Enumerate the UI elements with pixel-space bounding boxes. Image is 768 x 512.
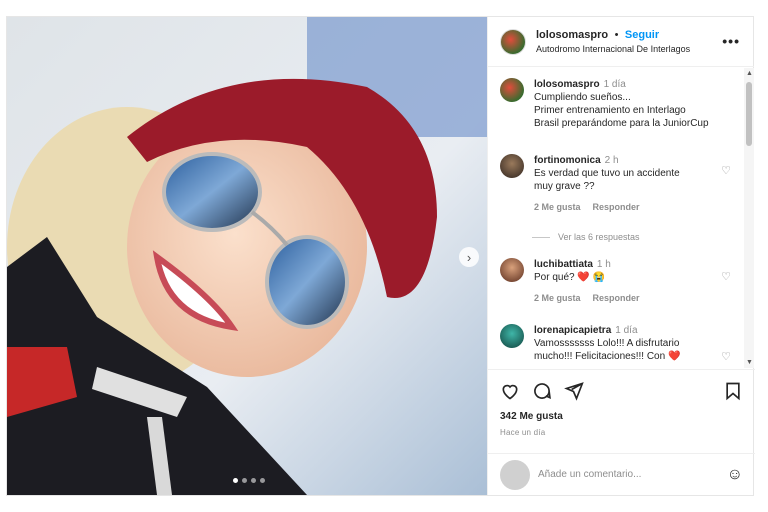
comment-input[interactable] [538, 469, 708, 480]
comment-time: 1 h [596, 259, 611, 270]
comment-likes[interactable]: 2 Me gusta [534, 202, 581, 212]
like-comment-heart-icon[interactable]: ♡ [721, 164, 731, 177]
scroll-up-icon[interactable]: ▲ [746, 70, 753, 77]
instagram-post: › lolosomaspro • Seguir Autodromo Intern… [6, 16, 755, 496]
post-photo[interactable]: › [7, 17, 487, 495]
next-photo-button[interactable]: › [459, 247, 479, 267]
avatar [500, 459, 530, 490]
caption-username[interactable]: lolosomaspro [534, 79, 600, 90]
bookmark-icon[interactable] [723, 381, 743, 401]
emoji-icon[interactable]: ☺ [727, 466, 743, 484]
carousel-dot [260, 478, 265, 483]
caption: lolosomaspro 1 día Cumpliendo sueños... P… [500, 78, 735, 130]
comments-scrollbar[interactable]: ▲ ▼ [744, 68, 754, 368]
post-side-panel: lolosomaspro • Seguir Autodromo Internac… [487, 17, 755, 495]
caption-text: Cumpliendo sueños... Primer entrenamient… [534, 92, 709, 129]
author-avatar[interactable] [500, 28, 526, 55]
comment-likes[interactable]: 2 Me gusta [534, 293, 581, 303]
add-comment-bar: ☺ [488, 453, 755, 495]
follow-button[interactable]: Seguir [625, 29, 659, 41]
more-icon[interactable]: ••• [722, 33, 740, 49]
avatar[interactable] [500, 154, 524, 178]
post-location[interactable]: Autodromo Internacional De Interlagos [536, 42, 690, 56]
comment-time: 1 día [615, 325, 638, 336]
comment-username[interactable]: luchibattiata [534, 259, 593, 270]
author-username[interactable]: lolosomaspro [536, 29, 608, 41]
comment-username[interactable]: lorenapicapietra [534, 325, 611, 336]
caption-time: 1 día [603, 79, 626, 90]
photo-illustration [7, 17, 487, 495]
author-info: lolosomaspro • Seguir Autodromo Internac… [536, 27, 690, 56]
comment-text: Por qué? ❤️ 😭 [534, 272, 606, 283]
post-header: lolosomaspro • Seguir Autodromo Internac… [488, 17, 754, 67]
comment-time: 2 h [604, 155, 619, 166]
comment-username[interactable]: fortinomonica [534, 155, 601, 166]
carousel-dots [233, 478, 265, 483]
heart-icon[interactable] [500, 381, 520, 401]
carousel-dot [233, 478, 238, 483]
scroll-down-icon[interactable]: ▼ [746, 359, 753, 366]
comment-text: Vamosssssss Lolo!!! A disfrutario mucho!… [534, 338, 681, 362]
comment-icon[interactable] [532, 381, 552, 401]
comment-item: luchibattiata 1 h Por qué? ❤️ 😭 2 Me gust… [500, 258, 735, 305]
like-comment-heart-icon[interactable]: ♡ [721, 350, 731, 363]
comments-list: lolosomaspro 1 día Cumpliendo sueños... P… [488, 68, 755, 368]
carousel-dot [251, 478, 256, 483]
avatar[interactable] [500, 78, 524, 102]
share-icon[interactable] [564, 381, 584, 401]
separator-dot: • [614, 29, 619, 41]
avatar[interactable] [500, 258, 524, 282]
view-replies-button[interactable]: Ver las 6 respuestas [532, 232, 640, 242]
reply-button[interactable]: Responder [593, 202, 640, 212]
reply-button[interactable]: Responder [593, 293, 640, 303]
avatar[interactable] [500, 324, 524, 348]
comment-item: lorenapicapietra 1 día Vamosssssss Lolo!!… [500, 324, 735, 363]
post-time: Hace un día [500, 428, 546, 437]
likes-count[interactable]: 342 Me gusta [500, 411, 743, 422]
carousel-dot [242, 478, 247, 483]
comment-text: Es verdad que tuvo un accidente muy grav… [534, 168, 680, 192]
like-comment-heart-icon[interactable]: ♡ [721, 270, 731, 283]
post-actions: 342 Me gusta Hace un día [488, 369, 755, 437]
comment-item: fortinomonica 2 h Es verdad que tuvo un a… [500, 154, 735, 214]
chevron-right-icon: › [466, 249, 472, 265]
scroll-thumb[interactable] [746, 82, 752, 146]
